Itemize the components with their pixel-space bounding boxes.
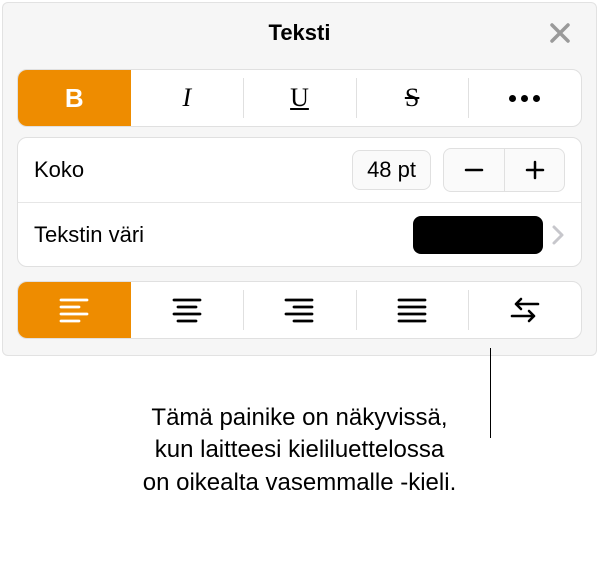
ellipsis-icon — [509, 95, 540, 102]
close-icon[interactable] — [544, 17, 576, 49]
settings-rows: Koko 48 pt Tekstin väri — [17, 137, 582, 267]
size-increase-button[interactable] — [504, 149, 564, 191]
text-format-panel: Teksti B I U S Koko 48 pt — [2, 2, 597, 356]
size-label: Koko — [34, 157, 352, 183]
text-style-segment: B I U S — [17, 69, 582, 127]
align-right-icon — [284, 297, 314, 323]
align-center-icon — [172, 297, 202, 323]
bidi-arrows-icon — [508, 297, 542, 323]
align-right-button[interactable] — [243, 282, 356, 338]
bidi-direction-button[interactable] — [468, 282, 581, 338]
color-label: Tekstin väri — [34, 222, 413, 248]
align-left-icon — [59, 297, 89, 323]
align-justify-icon — [397, 297, 427, 323]
size-row: Koko 48 pt — [18, 138, 581, 202]
callout-text: Tämä painike on näkyvissä, kun laitteesi… — [0, 402, 599, 499]
align-justify-button[interactable] — [356, 282, 469, 338]
size-decrease-button[interactable] — [444, 149, 504, 191]
strikethrough-button[interactable]: S — [356, 70, 469, 126]
minus-icon — [462, 158, 486, 182]
panel-title: Teksti — [269, 20, 331, 46]
panel-header: Teksti — [3, 3, 596, 63]
italic-button[interactable]: I — [131, 70, 244, 126]
more-button[interactable] — [468, 70, 581, 126]
size-value[interactable]: 48 pt — [352, 150, 431, 190]
alignment-segment — [17, 281, 582, 339]
align-left-button[interactable] — [18, 282, 131, 338]
callout-leader-line — [490, 348, 491, 438]
underline-button[interactable]: U — [243, 70, 356, 126]
size-stepper — [443, 148, 565, 192]
color-swatch — [413, 216, 543, 254]
callout: Tämä painike on näkyvissä, kun laitteesi… — [0, 402, 599, 499]
plus-icon — [523, 158, 547, 182]
chevron-right-icon — [551, 224, 565, 246]
color-row[interactable]: Tekstin väri — [18, 202, 581, 266]
align-center-button[interactable] — [131, 282, 244, 338]
bold-button[interactable]: B — [18, 70, 131, 126]
